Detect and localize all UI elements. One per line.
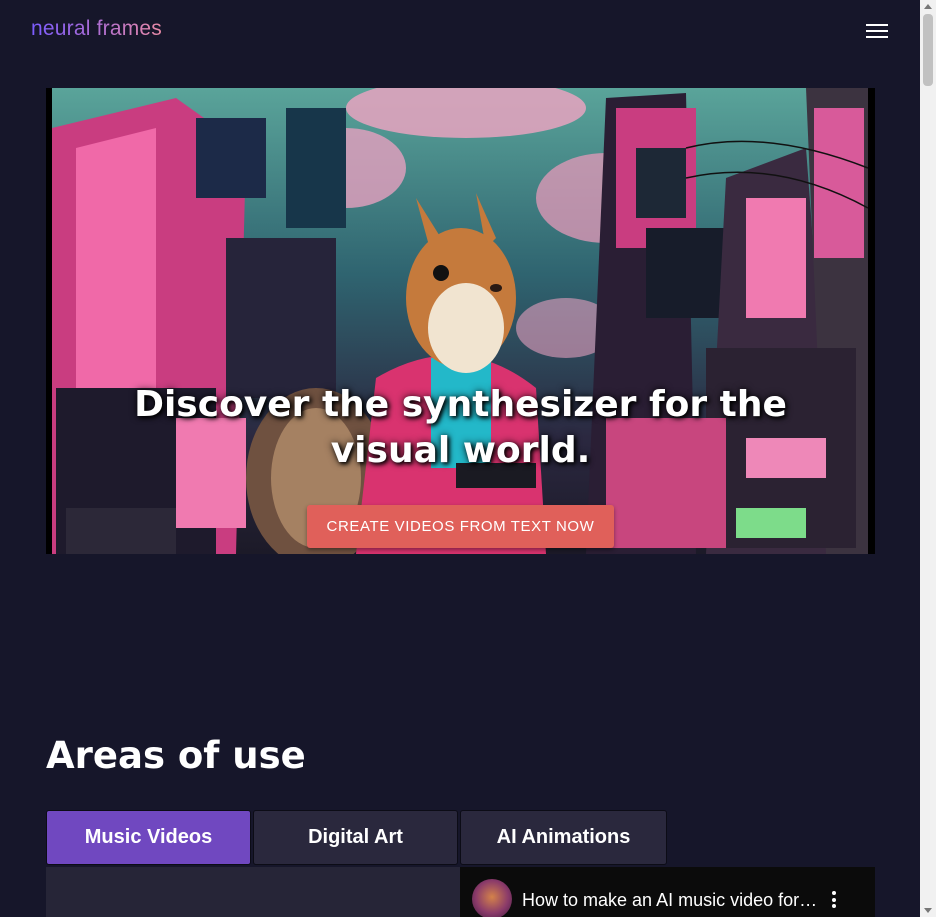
scroll-up-icon[interactable]	[924, 4, 932, 9]
hero-title: Discover the synthesizer for the visual …	[134, 384, 787, 471]
video-title[interactable]: How to make an AI music video for…	[522, 890, 817, 911]
logo[interactable]: neural frames	[31, 17, 162, 41]
tab-music-videos[interactable]: Music Videos	[46, 810, 251, 865]
hero-illustration	[46, 88, 875, 554]
tab-panel-text	[46, 867, 460, 917]
video-embed[interactable]: How to make an AI music video for…	[460, 867, 875, 917]
create-videos-button[interactable]: CREATE VIDEOS FROM TEXT NOW	[307, 505, 614, 548]
more-vert-icon[interactable]	[832, 891, 836, 911]
scroll-down-icon[interactable]	[924, 908, 932, 913]
hero-banner: Discover the synthesizer for the visual …	[46, 88, 875, 554]
tab-ai-animations[interactable]: AI Animations	[460, 810, 667, 865]
areas-of-use-heading: Areas of use	[46, 734, 306, 777]
scrollbar-thumb[interactable]	[923, 14, 933, 86]
scrollbar[interactable]	[920, 0, 936, 917]
hamburger-menu-icon[interactable]	[866, 24, 888, 40]
channel-avatar[interactable]	[472, 879, 512, 917]
tab-digital-art[interactable]: Digital Art	[253, 810, 458, 865]
